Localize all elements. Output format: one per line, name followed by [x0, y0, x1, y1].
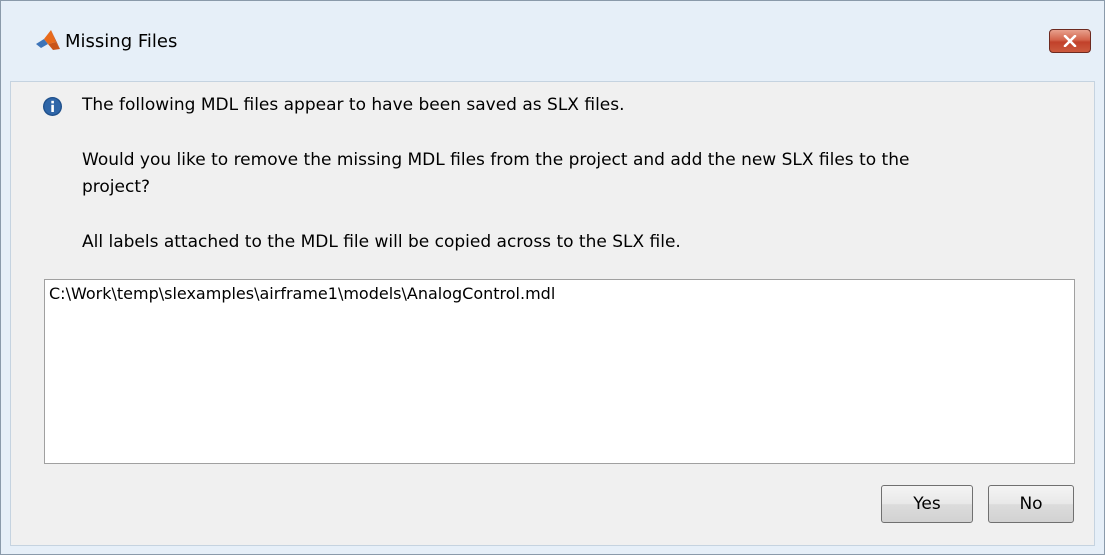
- missing-files-dialog: Missing Files The following MDL files ap…: [0, 0, 1105, 555]
- dialog-body: The following MDL files appear to have b…: [10, 81, 1095, 546]
- list-item[interactable]: C:\Work\temp\slexamples\airframe1\models…: [49, 283, 555, 305]
- message-line-3: project?: [82, 177, 151, 197]
- no-button[interactable]: No: [988, 485, 1074, 523]
- yes-button[interactable]: Yes: [881, 485, 973, 523]
- title-bar[interactable]: Missing Files: [1, 1, 1104, 81]
- close-button[interactable]: [1049, 29, 1091, 53]
- info-icon: [42, 96, 63, 117]
- missing-files-list[interactable]: C:\Work\temp\slexamples\airframe1\models…: [44, 279, 1075, 464]
- matlab-logo-icon: [35, 29, 61, 51]
- message-line-4: All labels attached to the MDL file will…: [82, 232, 681, 252]
- window-title: Missing Files: [65, 31, 178, 52]
- message-line-1: The following MDL files appear to have b…: [82, 95, 625, 115]
- message-line-2: Would you like to remove the missing MDL…: [82, 150, 910, 170]
- close-icon: [1063, 35, 1077, 47]
